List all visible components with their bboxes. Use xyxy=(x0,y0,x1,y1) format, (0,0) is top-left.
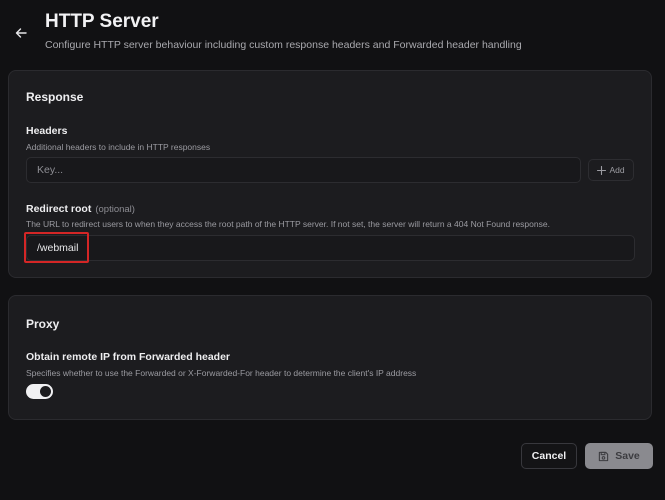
redirect-root-description: The URL to redirect users to when they a… xyxy=(26,219,550,229)
add-header-label: Add xyxy=(609,165,625,175)
redirect-root-label: Redirect root (optional) xyxy=(26,203,135,215)
proxy-section-title: Proxy xyxy=(26,317,60,331)
cancel-button[interactable]: Cancel xyxy=(521,443,577,469)
add-header-button[interactable]: Add xyxy=(588,159,634,181)
save-button[interactable]: Save xyxy=(585,443,653,469)
arrow-left-icon xyxy=(15,28,27,38)
forwarded-header-toggle[interactable] xyxy=(26,384,53,399)
header-key-input[interactable] xyxy=(26,157,581,183)
response-card: Response Headers Additional headers to i… xyxy=(8,70,652,278)
back-button[interactable] xyxy=(12,24,30,42)
headers-label: Headers xyxy=(26,125,68,137)
response-section-title: Response xyxy=(26,90,84,104)
forwarded-header-label: Obtain remote IP from Forwarded header xyxy=(26,351,231,363)
floppy-disk-icon xyxy=(599,451,609,461)
save-label: Save xyxy=(615,450,640,462)
plus-icon xyxy=(597,165,607,175)
proxy-card: Proxy Obtain remote IP from Forwarded he… xyxy=(8,295,652,420)
redirect-root-label-text: Redirect root xyxy=(26,203,92,215)
toggle-knob xyxy=(40,386,51,397)
headers-description: Additional headers to include in HTTP re… xyxy=(26,142,211,152)
forwarded-header-description: Specifies whether to use the Forwarded o… xyxy=(26,368,417,378)
cancel-label: Cancel xyxy=(531,450,567,462)
page-subtitle: Configure HTTP server behaviour includin… xyxy=(45,39,522,51)
page-title: HTTP Server xyxy=(45,11,159,32)
optional-tag: (optional) xyxy=(95,204,135,215)
redirect-root-input[interactable] xyxy=(26,235,635,261)
